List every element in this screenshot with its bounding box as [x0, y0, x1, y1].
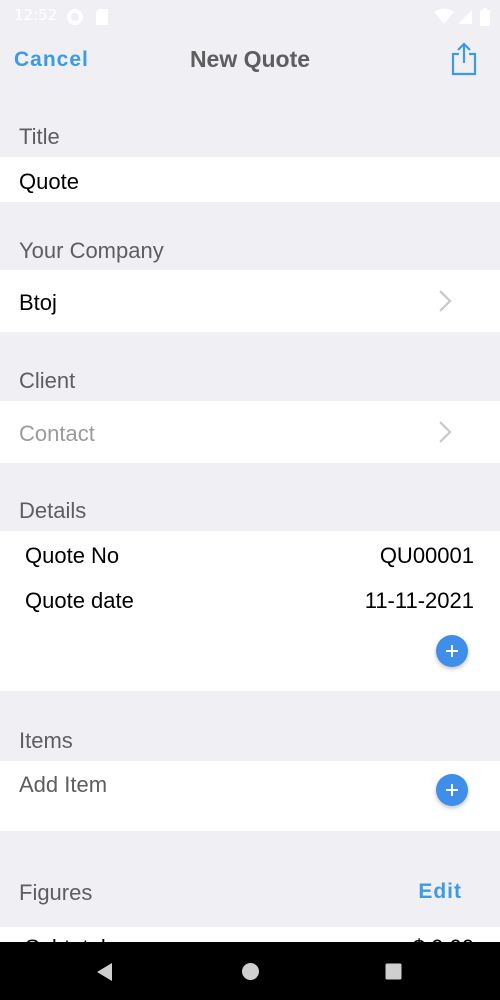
wifi-icon — [434, 8, 454, 31]
company-row[interactable]: Btoj — [0, 270, 500, 332]
edit-figures-button[interactable]: Edit — [418, 880, 462, 904]
title-section-label: Title — [19, 124, 60, 149]
page-title: New Quote — [189, 46, 311, 72]
company-value: Btoj — [19, 290, 57, 315]
add-item-label[interactable]: Add Item — [19, 772, 107, 798]
items-section-label: Items — [19, 728, 73, 753]
client-row[interactable]: Contact — [0, 401, 500, 463]
items-card: Add Item — [0, 761, 500, 831]
quote-number-label: Quote No — [25, 543, 120, 568]
share-icon[interactable] — [450, 42, 478, 76]
quote-number-value[interactable]: QU00001 — [380, 543, 474, 569]
status-time: 12:52 — [14, 6, 58, 24]
sd-card-icon — [95, 8, 109, 31]
status-bar: 12:52 — [0, 0, 500, 32]
home-icon[interactable] — [241, 962, 260, 981]
back-icon[interactable] — [95, 962, 113, 982]
quote-date-value[interactable]: 11-11-2021 — [365, 588, 474, 614]
contact-placeholder: Contact — [19, 421, 95, 446]
battery-icon — [480, 8, 490, 31]
quote-date-label: Quote date — [25, 588, 134, 613]
system-navigation-bar — [0, 942, 500, 1000]
add-item-button[interactable] — [436, 774, 468, 806]
signal-icon — [457, 8, 473, 31]
chevron-right-icon — [438, 289, 452, 313]
client-section-label: Client — [19, 368, 76, 393]
add-detail-button[interactable] — [436, 635, 468, 667]
company-section-label: Your Company — [19, 238, 164, 263]
navigation-header: Cancel New Quote — [0, 32, 500, 88]
chevron-right-icon — [438, 420, 452, 444]
details-card: Quote No QU00001 Quote date 11-11-2021 — [0, 531, 500, 691]
figures-section-label: Figures — [19, 880, 93, 905]
app-notification-icon — [66, 8, 84, 31]
title-field[interactable]: Quote — [0, 157, 500, 202]
details-section-label: Details — [19, 498, 87, 523]
title-value: Quote — [19, 169, 79, 194]
recents-icon[interactable] — [385, 963, 402, 980]
